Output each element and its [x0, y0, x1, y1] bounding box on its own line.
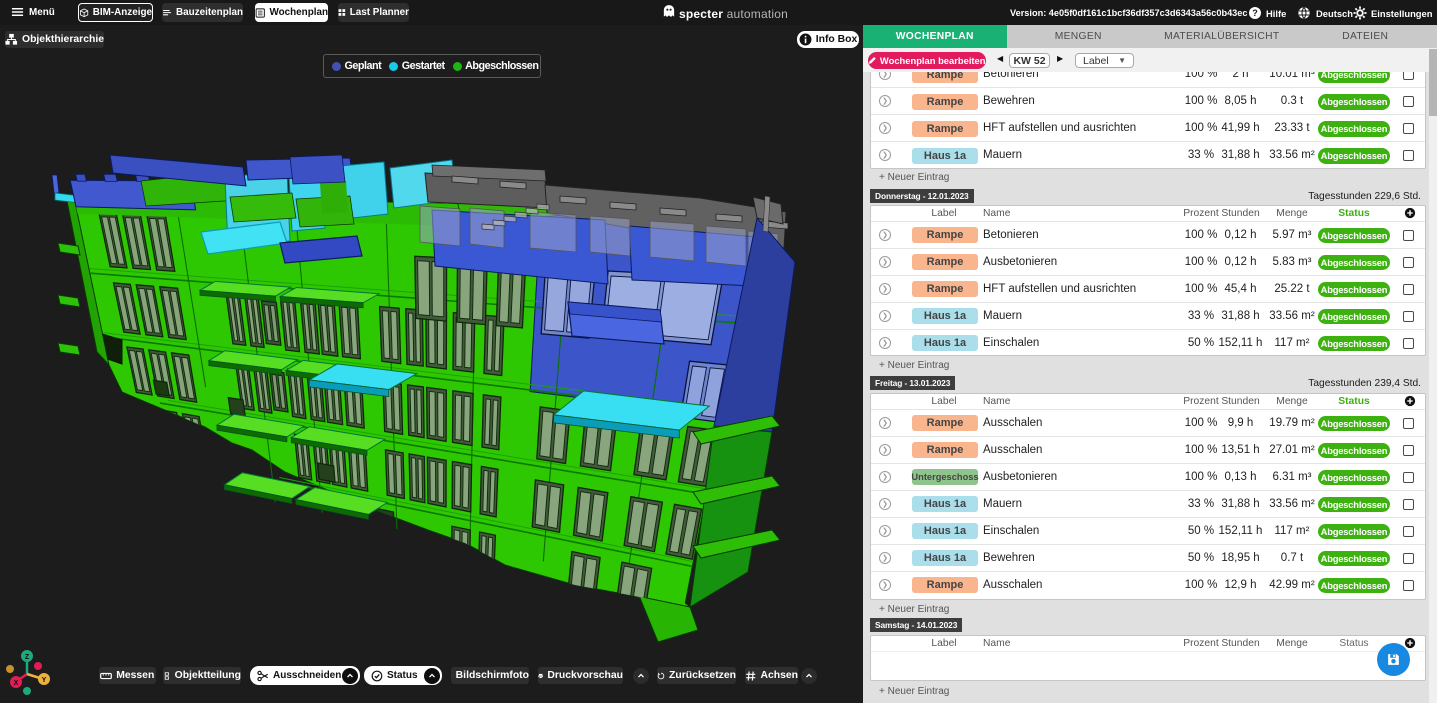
svg-text:X: X [14, 680, 19, 687]
svg-text:Y: Y [42, 677, 47, 684]
svg-text:?: ? [1252, 8, 1258, 18]
svg-text:Z: Z [25, 654, 30, 661]
